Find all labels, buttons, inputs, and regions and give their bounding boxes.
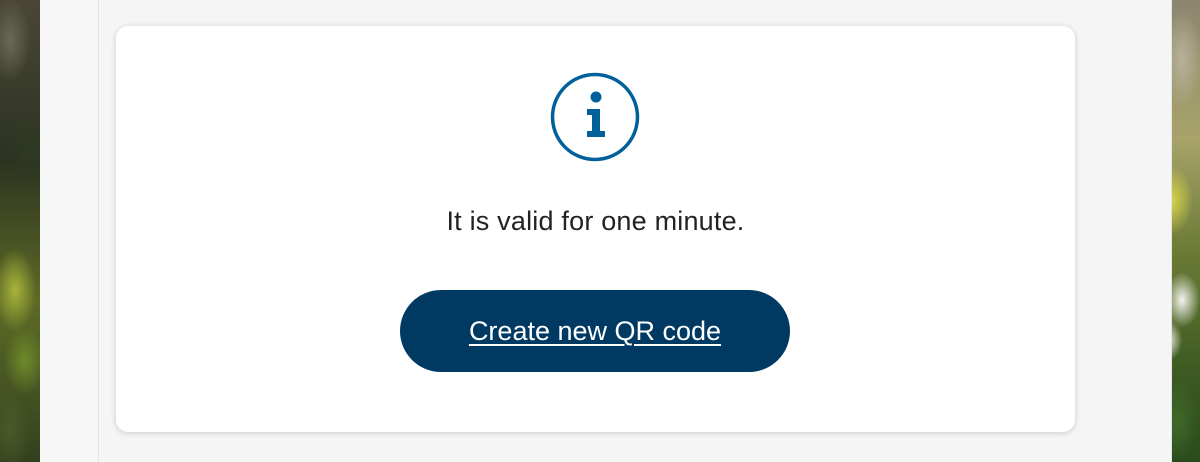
create-qr-code-label[interactable]: Create new QR code (469, 316, 721, 347)
page: It is valid for one minute. Create new Q… (0, 0, 1200, 462)
background-photo-left (0, 0, 40, 462)
info-icon (549, 71, 641, 163)
validity-message: It is valid for one minute. (446, 206, 745, 236)
create-qr-code-button[interactable]: Create new QR code (400, 290, 790, 372)
